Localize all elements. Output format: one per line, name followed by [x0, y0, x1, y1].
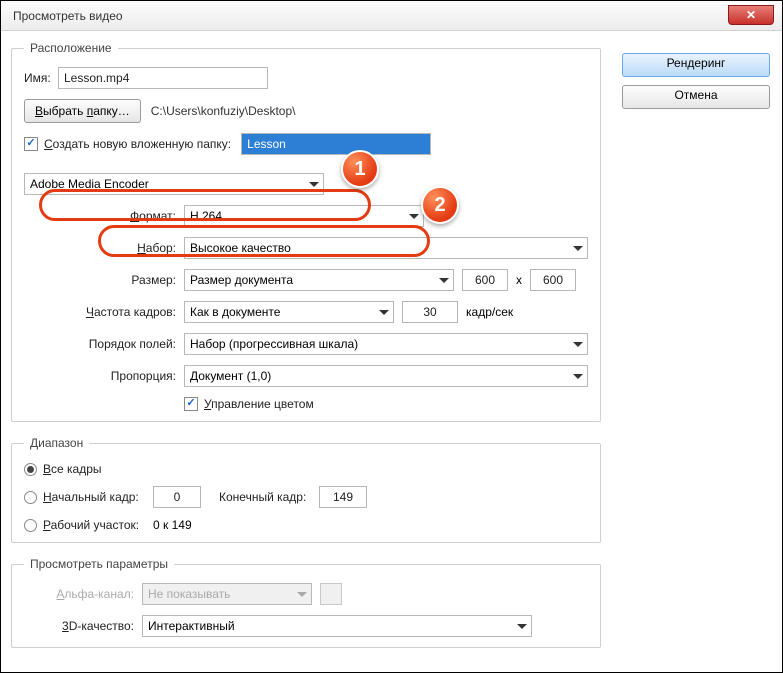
render-button[interactable]: Рендеринг [622, 53, 770, 77]
preset-dropdown[interactable]: Высокое качество [184, 237, 588, 259]
callout-1: 1 [341, 150, 379, 188]
encoder-value: Adobe Media Encoder [30, 177, 149, 191]
size-dropdown[interactable]: Размер документа [184, 269, 454, 291]
format-label: Формат: [66, 209, 176, 223]
subfolder-label: Создать новую вложенную папку: [44, 137, 231, 151]
encoder-dropdown[interactable]: Adobe Media Encoder [24, 173, 324, 195]
color-mgmt-checkbox[interactable] [184, 397, 198, 411]
cancel-button[interactable]: Отмена [622, 85, 770, 109]
preset-label: Набор: [66, 241, 176, 255]
all-frames-label: Все кадры [43, 462, 102, 476]
path-text: C:\Users\konfuziy\Desktop\ [151, 104, 296, 118]
callout-2: 2 [421, 186, 459, 224]
size-label: Размер: [66, 273, 176, 287]
preview-group: Просмотреть параметры Альфа-канал: Не по… [11, 557, 601, 648]
range-legend: Диапазон [24, 436, 89, 450]
chevron-down-icon [435, 270, 453, 290]
alpha-color-button [320, 583, 342, 605]
field-dropdown[interactable]: Набор (прогрессивная шкала) [184, 333, 588, 355]
chevron-down-icon [513, 616, 531, 636]
fps-mode-value: Как в документе [190, 305, 280, 319]
field-value: Набор (прогрессивная шкала) [190, 337, 358, 351]
x-label: x [516, 273, 522, 287]
subfolder-input[interactable] [241, 133, 431, 155]
all-frames-radio[interactable] [24, 463, 37, 476]
end-frame-input[interactable] [319, 486, 367, 508]
field-label: Порядок полей: [66, 337, 176, 351]
browse-button[interactable]: Выбрать папку… [24, 99, 141, 123]
chevron-down-icon [375, 302, 393, 322]
range-group: Диапазон Все кадры Начальный кадр: Конеч… [11, 436, 601, 543]
fps-input[interactable] [402, 301, 458, 323]
close-button[interactable]: ✕ [728, 5, 774, 25]
chevron-down-icon [405, 206, 423, 226]
work-area-label: Рабочий участок: [43, 518, 153, 532]
name-label: Имя: [24, 71, 58, 85]
fps-label: Частота кадров: [66, 305, 176, 319]
start-frame-label: Начальный кадр: [43, 490, 153, 504]
chevron-down-icon [569, 334, 587, 354]
height-input[interactable] [530, 269, 576, 291]
format-value: H.264 [190, 209, 222, 223]
chevron-down-icon [293, 584, 311, 604]
end-frame-label: Конечный кадр: [219, 490, 319, 504]
size-value: Размер документа [190, 273, 293, 287]
alpha-label: Альфа-канал: [24, 587, 134, 601]
quality-dropdown[interactable]: Интерактивный [142, 615, 532, 637]
work-area-radio[interactable] [24, 519, 37, 532]
chevron-down-icon [305, 174, 323, 194]
alpha-value: Не показывать [148, 587, 230, 601]
chevron-down-icon [569, 366, 587, 386]
name-input[interactable] [58, 67, 268, 89]
quality-value: Интерактивный [148, 619, 235, 633]
fps-unit: кадр/сек [466, 305, 513, 319]
chevron-down-icon [569, 238, 587, 258]
quality-label: 3D-качество: [24, 619, 134, 633]
work-area-value: 0 к 149 [153, 518, 192, 532]
width-input[interactable] [462, 269, 508, 291]
format-dropdown[interactable]: H.264 [184, 205, 424, 227]
ratio-dropdown[interactable]: Документ (1,0) [184, 365, 588, 387]
location-group: Расположение Имя: Выбрать папку… C:\User… [11, 41, 601, 422]
window-title: Просмотреть видео [13, 9, 123, 23]
alpha-dropdown: Не показывать [142, 583, 312, 605]
ratio-label: Пропорция: [66, 369, 176, 383]
start-frame-input[interactable] [153, 486, 201, 508]
preset-value: Высокое качество [190, 241, 291, 255]
fps-mode-dropdown[interactable]: Как в документе [184, 301, 394, 323]
start-frame-radio[interactable] [24, 491, 37, 504]
ratio-value: Документ (1,0) [190, 369, 271, 383]
preview-legend: Просмотреть параметры [24, 557, 174, 571]
location-legend: Расположение [24, 41, 118, 55]
color-mgmt-label: Управление цветом [204, 397, 314, 411]
subfolder-checkbox[interactable] [24, 137, 38, 151]
close-icon: ✕ [746, 8, 756, 22]
